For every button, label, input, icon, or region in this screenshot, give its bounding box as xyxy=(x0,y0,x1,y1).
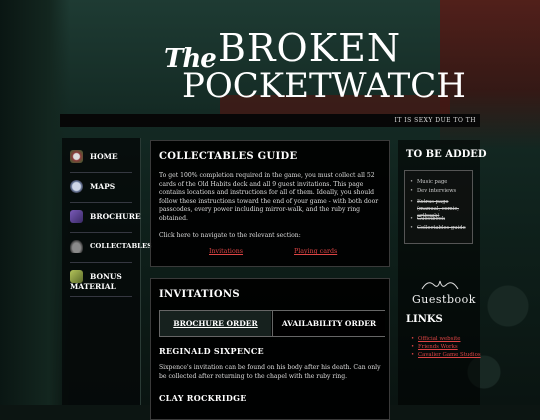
guide-body: To get 100% completion required in the g… xyxy=(159,172,379,222)
link-official-website[interactable]: Official website xyxy=(411,336,461,342)
nav-divider xyxy=(70,296,132,297)
entry-name: Reginald Sixpence xyxy=(159,346,264,356)
link-invitations[interactable]: Invitations xyxy=(209,248,243,255)
nav-item-label: Collectables xyxy=(90,242,153,250)
nav-item-label: Home xyxy=(90,152,118,161)
todo-item: Music page xyxy=(410,179,447,185)
hat-icon xyxy=(70,240,83,253)
order-tabs: Brochure order Availability order xyxy=(159,310,385,337)
tab-brochure-order[interactable]: Brochure order xyxy=(160,311,271,336)
invitations-panel: Invitations Brochure order Availability … xyxy=(150,278,390,420)
link-playing-cards[interactable]: Playing cards xyxy=(294,248,337,255)
nav-divider xyxy=(70,232,132,233)
swirl-ornament-icon xyxy=(421,280,459,290)
logo-pocketwatch: POCKETWATCH xyxy=(182,66,466,106)
links-title: Links xyxy=(406,314,443,325)
nav-divider xyxy=(70,262,132,263)
clock-icon xyxy=(70,150,83,163)
nav-item-label: Maps xyxy=(90,182,116,191)
nav-item-label: Bonus xyxy=(90,272,122,281)
nav-item-label: Brochure xyxy=(90,212,141,221)
todo-item: Dev interviews xyxy=(410,188,456,194)
sidebar-nav: Home Maps Brochure Collectables Bonus Ma… xyxy=(62,138,152,405)
link-cavalier-game-studios[interactable]: Cavalier Game Studios xyxy=(411,352,481,358)
link-friends-works[interactable]: Friends Works xyxy=(411,344,458,350)
to-be-added-title: To be added xyxy=(406,149,487,160)
guestbook-link[interactable]: Guestbook xyxy=(412,293,476,306)
todo-item: Guestbook xyxy=(410,216,445,222)
mask-icon xyxy=(70,180,83,193)
entry-name: Clay Rockridge xyxy=(159,393,247,403)
todo-item: Collectables guide xyxy=(410,225,466,231)
tab-availability-order[interactable]: Availability order xyxy=(272,311,385,336)
nav-item-label-2: Material xyxy=(70,282,116,291)
marquee-ticker: IT IS SEXY DUE TO TH xyxy=(60,114,480,127)
todo-list: Music page Dev interviews Extras page (m… xyxy=(404,170,473,244)
guide-nav-prompt: Click here to navigate to the relevant s… xyxy=(159,232,301,239)
logo-broken: BROKEN xyxy=(218,26,402,70)
guide-title: Collectables Guide xyxy=(159,151,298,162)
site-logo[interactable]: The BROKEN POCKETWATCH xyxy=(160,28,466,106)
entry-text: Sixpence's invitation can be found on hi… xyxy=(159,364,381,380)
invitations-title: Invitations xyxy=(159,289,240,300)
nav-divider xyxy=(70,202,132,203)
crown-icon xyxy=(70,210,83,223)
collectables-guide-panel: Collectables Guide To get 100% completio… xyxy=(150,140,390,267)
nav-divider xyxy=(70,172,132,173)
